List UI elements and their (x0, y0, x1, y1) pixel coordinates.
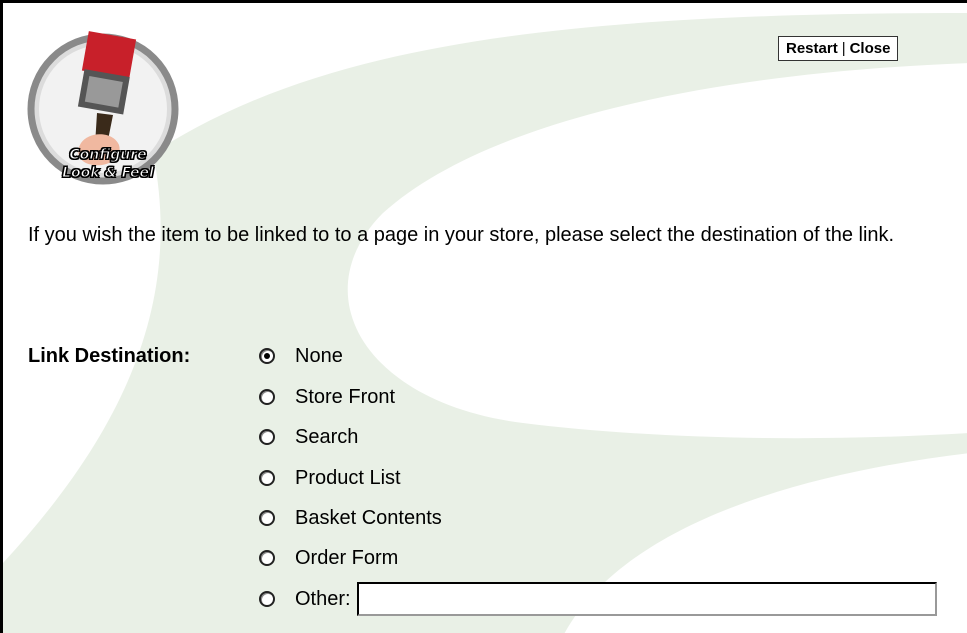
radio-button[interactable] (259, 348, 275, 364)
radio-option-store-front[interactable]: Store Front (259, 384, 395, 410)
radio-label: Basket Contents (295, 506, 442, 529)
radio-option-none[interactable]: None (259, 343, 343, 369)
radio-option-search[interactable]: Search (259, 424, 358, 450)
radio-label: Order Form (295, 546, 399, 569)
logo-text-line2: Look & Feel (62, 165, 155, 182)
intro-text: If you wish the item to be linked to to … (28, 224, 895, 246)
link-separator: | (841, 40, 846, 57)
radio-button[interactable] (259, 550, 275, 566)
close-link[interactable]: Close (850, 40, 891, 57)
configure-look-feel-logo: Configure Look & Feel (23, 27, 193, 197)
restart-link[interactable]: Restart (786, 40, 838, 57)
radio-button[interactable] (259, 389, 275, 405)
radio-button[interactable] (259, 591, 275, 607)
radio-option-order-form[interactable]: Order Form (259, 545, 398, 571)
other-url-input[interactable] (356, 582, 937, 616)
dialog-frame: Restart | Close Configure Look & Feel If y… (0, 0, 967, 633)
link-destination-label: Link Destination: (28, 345, 191, 367)
radio-option-other[interactable]: Other: (259, 582, 937, 616)
radio-label: Store Front (295, 385, 396, 408)
logo-text-line1: Configure (69, 147, 147, 164)
radio-button[interactable] (259, 470, 275, 486)
radio-label: None (295, 344, 343, 367)
top-links: Restart | Close (778, 36, 899, 61)
radio-button[interactable] (259, 429, 275, 445)
radio-option-basket-contents[interactable]: Basket Contents (259, 505, 442, 531)
radio-label: Product List (295, 466, 401, 489)
radio-button[interactable] (259, 510, 275, 526)
radio-label: Other: (295, 587, 351, 610)
radio-option-product-list[interactable]: Product List (259, 465, 401, 491)
radio-label: Search (295, 425, 359, 448)
